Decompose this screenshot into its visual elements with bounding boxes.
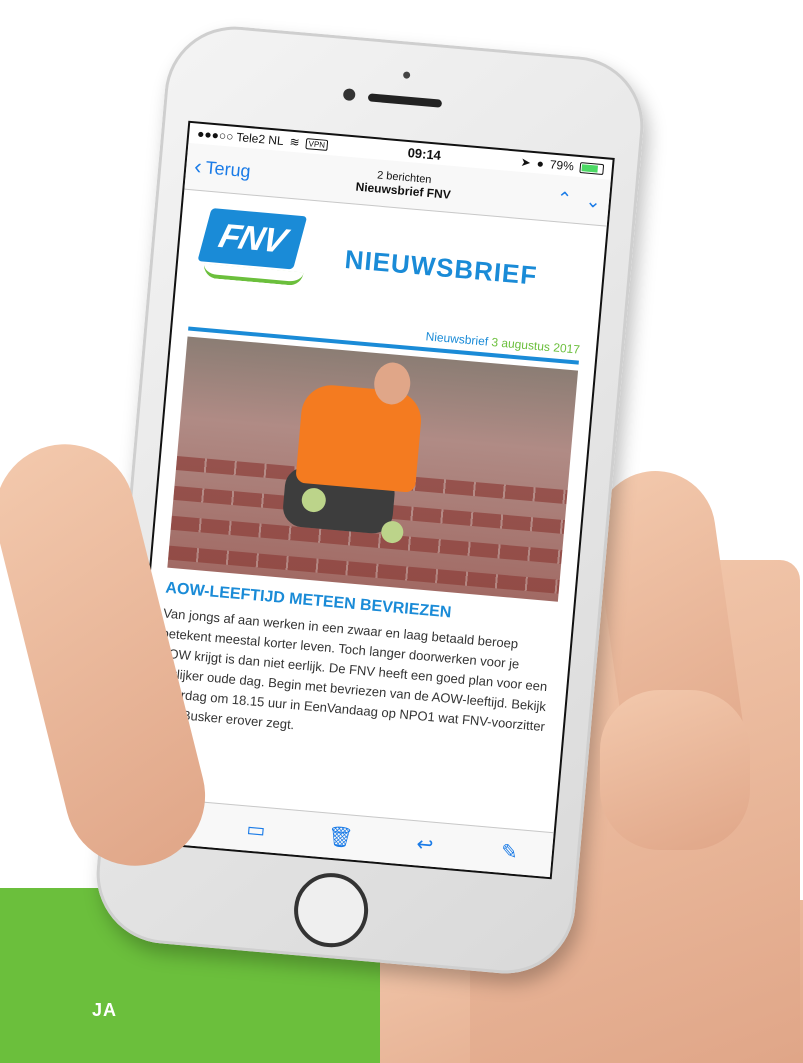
phone-screen: ●●●○○ Tele2 NL ≋ VPN 09:14 ➤ ● 79% ‹ Ter… bbox=[127, 122, 613, 878]
wifi-icon: ≋ bbox=[289, 134, 301, 150]
chevron-left-icon: ‹ bbox=[193, 153, 203, 180]
battery-percent: 79% bbox=[549, 157, 575, 174]
chevron-down-icon[interactable]: ⌄ bbox=[585, 190, 602, 212]
clock: 09:14 bbox=[407, 144, 442, 163]
sensor-dot bbox=[402, 71, 411, 79]
nav-title: 2 berichten Nieuwsbrief FNV bbox=[355, 168, 452, 201]
email-body: FNV NIEUWSBRIEF Nieuwsbrief 3 augustus 2… bbox=[138, 190, 607, 759]
band-text: JA bbox=[92, 1000, 118, 1020]
battery-fill bbox=[581, 163, 598, 173]
home-button[interactable] bbox=[291, 870, 372, 951]
compose-icon[interactable]: ✎ bbox=[488, 837, 530, 865]
article-body: Van jongs af aan werken in een zwaar en … bbox=[154, 605, 548, 735]
back-button[interactable]: ‹ Terug bbox=[193, 153, 251, 184]
hand-finger bbox=[600, 690, 750, 850]
folder-icon[interactable]: ▭ bbox=[235, 815, 277, 843]
newsletter-title: NIEUWSBRIEF bbox=[343, 243, 539, 291]
chevron-up-icon[interactable]: ⌃ bbox=[556, 188, 573, 210]
battery-icon bbox=[579, 161, 605, 175]
location-icon: ➤ bbox=[520, 154, 532, 170]
earpiece bbox=[367, 93, 443, 108]
back-label: Terug bbox=[204, 156, 252, 181]
reply-icon[interactable]: ↩ bbox=[404, 830, 446, 858]
article-photo[interactable] bbox=[167, 336, 579, 602]
worker-vest bbox=[295, 382, 424, 493]
front-camera bbox=[342, 88, 356, 102]
fnv-logo: FNV bbox=[197, 208, 308, 270]
trash-icon[interactable]: 🗑 bbox=[320, 823, 362, 851]
alarm-icon: ● bbox=[536, 156, 545, 171]
vpn-badge: VPN bbox=[305, 137, 329, 151]
